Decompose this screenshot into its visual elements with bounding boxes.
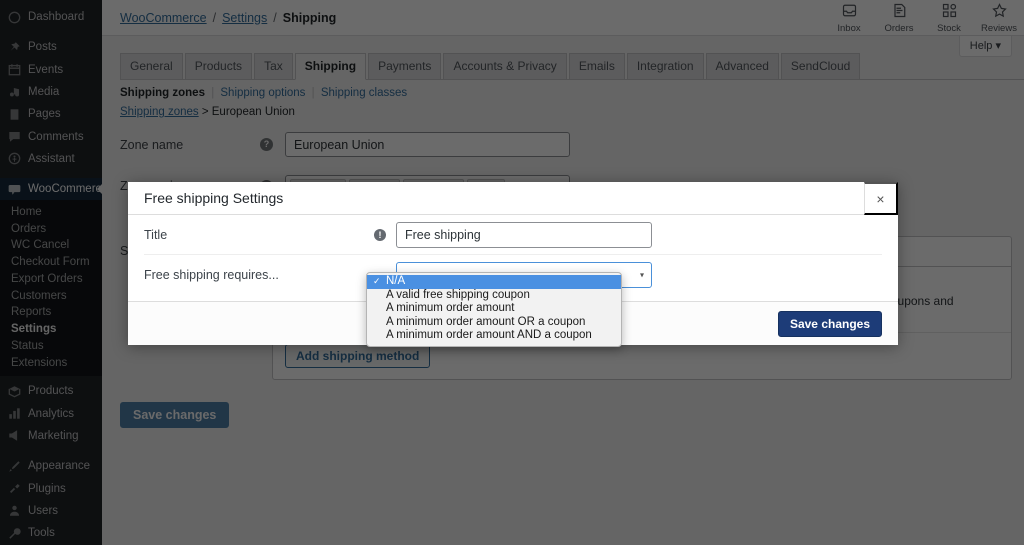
chevron-down-icon: ▾ xyxy=(640,271,644,280)
dropdown-option-valid-coupon[interactable]: A valid free shipping coupon xyxy=(367,289,621,303)
dropdown-option-na[interactable]: ✓ N/A xyxy=(367,275,621,289)
dropdown-option-label: N/A xyxy=(386,275,405,289)
free-shipping-requires-dropdown[interactable]: ✓ N/A A valid free shipping coupon A min… xyxy=(366,272,622,347)
check-icon: ✓ xyxy=(373,275,386,289)
dropdown-option-label: A valid free shipping coupon xyxy=(386,289,530,303)
dropdown-option-min-amount[interactable]: A minimum order amount xyxy=(367,302,621,316)
close-icon[interactable]: × xyxy=(864,182,898,215)
dropdown-option-min-amount-or-coupon[interactable]: A minimum order amount OR a coupon xyxy=(367,316,621,330)
modal-title-row: Title ! xyxy=(144,215,882,255)
modal-header: Free shipping Settings × xyxy=(128,182,898,215)
dropdown-option-label: A minimum order amount xyxy=(386,302,514,316)
modal-title-field-label: Title xyxy=(144,228,374,242)
modal-save-changes-button[interactable]: Save changes xyxy=(778,311,882,337)
modal-title-input[interactable] xyxy=(396,222,652,248)
dropdown-option-label: A minimum order amount AND a coupon xyxy=(386,329,592,343)
dropdown-option-label: A minimum order amount OR a coupon xyxy=(386,316,585,330)
help-tip-icon[interactable]: ! xyxy=(374,229,386,241)
modal-title: Free shipping Settings xyxy=(144,190,283,206)
dropdown-option-min-amount-and-coupon[interactable]: A minimum order amount AND a coupon xyxy=(367,329,621,343)
modal-requires-label: Free shipping requires... xyxy=(144,268,374,282)
